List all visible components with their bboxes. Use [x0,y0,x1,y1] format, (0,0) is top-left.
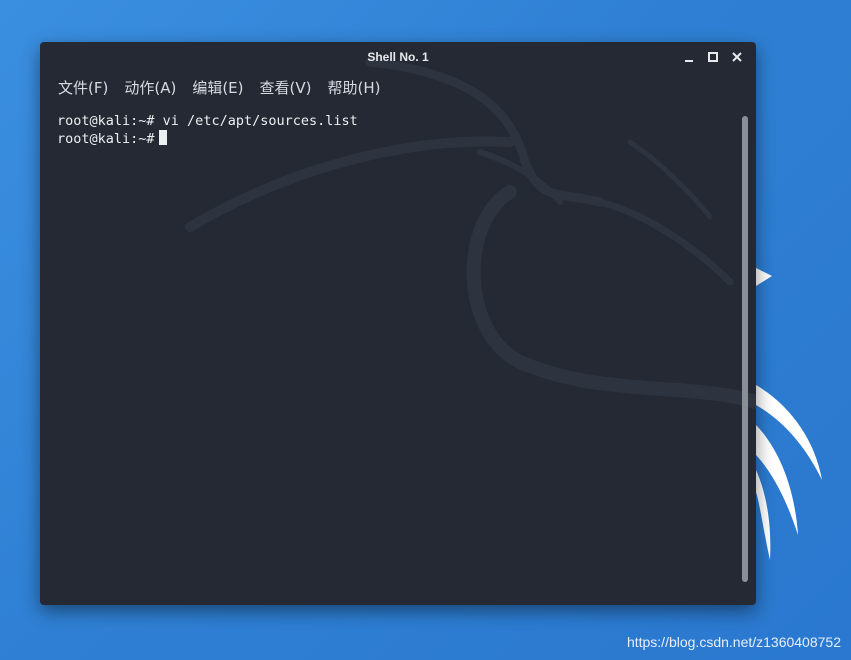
menu-edit[interactable]: 编辑(E) [184,75,251,100]
command-text: vi /etc/apt/sources.list [154,113,358,129]
scrollbar-thumb[interactable] [742,116,748,582]
menu-file[interactable]: 文件(F) [50,75,116,100]
scrollbar[interactable] [742,116,748,586]
titlebar[interactable]: Shell No. 1 [40,42,756,72]
close-button[interactable] [728,48,746,66]
menu-help[interactable]: 帮助(H) [319,75,388,100]
minimize-button[interactable] [680,48,698,66]
window-controls [680,48,746,66]
terminal-window[interactable]: Shell No. 1 文件(F) 动作(A) 编辑(E) 查看(V) 帮助(H… [40,42,756,605]
menu-view[interactable]: 查看(V) [252,75,320,100]
minimize-icon [685,60,693,62]
watermark-url: https://blog.csdn.net/z1360408752 [626,634,841,650]
maximize-button[interactable] [704,48,722,66]
close-icon [732,52,742,62]
menubar: 文件(F) 动作(A) 编辑(E) 查看(V) 帮助(H) [50,75,388,100]
window-title: Shell No. 1 [367,50,429,64]
terminal-output[interactable]: root@kali:~# vi /etc/apt/sources.list roo… [57,112,358,148]
menu-action[interactable]: 动作(A) [116,75,184,100]
maximize-icon [708,52,718,62]
prompt: root@kali:~# [57,131,155,147]
prompt: root@kali:~# [57,113,155,129]
text-cursor [158,130,167,145]
terminal-line: root@kali:~# [57,130,358,148]
terminal-line: root@kali:~# vi /etc/apt/sources.list [57,112,358,130]
